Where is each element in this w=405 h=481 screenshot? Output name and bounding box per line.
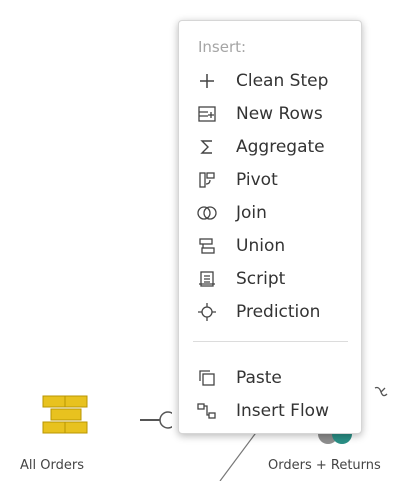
menu-item-label: Clean Step bbox=[236, 71, 329, 91]
menu-item-pivot[interactable]: Pivot bbox=[179, 165, 361, 195]
sigma-icon bbox=[197, 137, 217, 157]
menu-item-label: Union bbox=[236, 236, 286, 256]
connector-add-icon[interactable] bbox=[140, 410, 172, 430]
menu-item-label: Insert Flow bbox=[236, 401, 329, 421]
menu-item-insert-flow[interactable]: Insert Flow bbox=[179, 396, 361, 426]
menu-item-prediction[interactable]: Prediction bbox=[179, 297, 361, 327]
hand-cursor-icon bbox=[371, 384, 391, 404]
union-icon bbox=[197, 236, 217, 256]
script-icon bbox=[197, 269, 217, 289]
menu-item-label: Pivot bbox=[236, 170, 278, 190]
menu-item-label: Paste bbox=[236, 368, 282, 388]
all-orders-label: All Orders bbox=[20, 458, 84, 473]
menu-divider bbox=[193, 341, 348, 342]
all-orders-node-icon[interactable] bbox=[35, 392, 95, 442]
menu-item-union[interactable]: Union bbox=[179, 231, 361, 261]
menu-item-new-rows[interactable]: New Rows bbox=[179, 99, 361, 129]
menu-item-script[interactable]: Script bbox=[179, 264, 361, 294]
menu-item-clean-step[interactable]: Clean Step bbox=[179, 66, 361, 96]
menu-item-label: Join bbox=[236, 203, 267, 223]
menu-item-label: Prediction bbox=[236, 302, 321, 322]
menu-item-label: New Rows bbox=[236, 104, 323, 124]
prediction-icon bbox=[197, 302, 217, 322]
menu-header: Insert: bbox=[198, 38, 247, 56]
insert-flow-icon bbox=[197, 401, 217, 421]
menu-item-aggregate[interactable]: Aggregate bbox=[179, 132, 361, 162]
menu-item-label: Script bbox=[236, 269, 286, 289]
paste-icon bbox=[197, 368, 217, 388]
join-icon bbox=[197, 203, 217, 223]
orders-returns-label: Orders + Returns bbox=[268, 458, 381, 473]
pivot-icon bbox=[197, 170, 217, 190]
plus-icon bbox=[197, 71, 217, 91]
flow-link-line bbox=[210, 430, 260, 481]
menu-item-label: Aggregate bbox=[236, 137, 325, 157]
new-rows-icon bbox=[197, 104, 217, 124]
menu-item-join[interactable]: Join bbox=[179, 198, 361, 228]
insert-context-menu: Insert: Clean Step New Rows Aggregate Pi… bbox=[178, 20, 362, 434]
menu-item-paste[interactable]: Paste bbox=[179, 363, 361, 393]
